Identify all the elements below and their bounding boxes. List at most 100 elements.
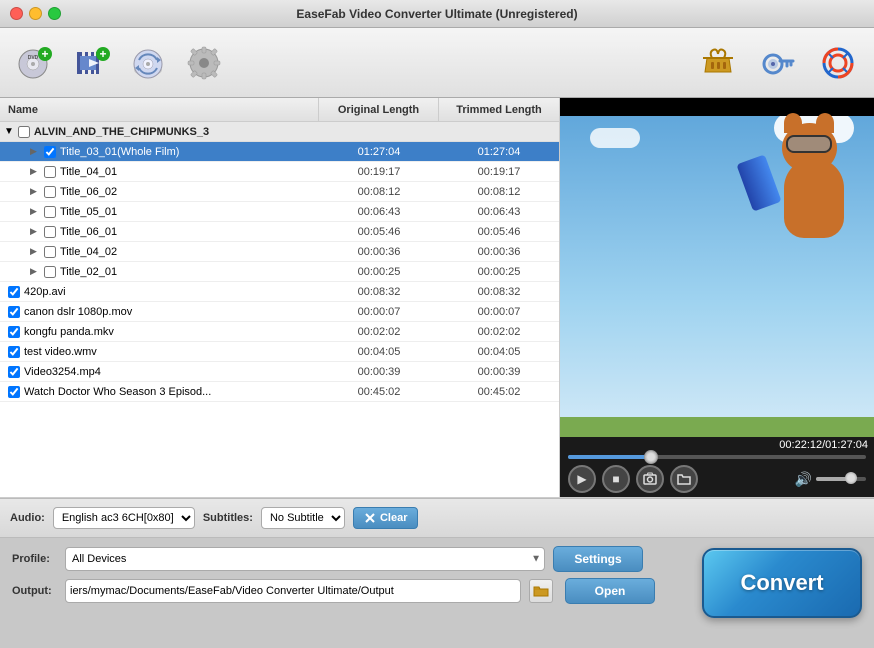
subtitle-select[interactable]: No Subtitle <box>261 507 345 529</box>
trimmed-time: 00:19:17 <box>439 166 559 178</box>
trimmed-time: 00:04:05 <box>439 346 559 358</box>
stop-button[interactable]: ■ <box>602 465 630 493</box>
help-button[interactable] <box>812 37 864 89</box>
row-checkbox-canon[interactable] <box>8 306 20 318</box>
table-row[interactable]: ▶ Title_05_01 00:06:43 00:06:43 <box>0 202 559 222</box>
progress-track[interactable] <box>568 455 866 459</box>
snapshot-button[interactable] <box>636 465 664 493</box>
add-video-button[interactable]: + <box>66 37 118 89</box>
row-checkbox-doctor[interactable] <box>8 386 20 398</box>
row-expand-icon[interactable]: ▶ <box>30 266 44 277</box>
original-time: 01:27:04 <box>319 146 439 158</box>
group-checkbox[interactable] <box>18 126 30 138</box>
open-button[interactable]: Open <box>565 578 655 604</box>
volume-thumb[interactable] <box>845 472 857 484</box>
volume-track[interactable] <box>816 477 866 481</box>
table-row[interactable]: kongfu panda.mkv 00:02:02 00:02:02 <box>0 322 559 342</box>
original-time: 00:00:07 <box>319 306 439 318</box>
svg-text:+: + <box>41 47 48 61</box>
row-expand-icon[interactable]: ▶ <box>30 246 44 257</box>
row-filename: canon dslr 1080p.mov <box>24 306 319 318</box>
close-button[interactable] <box>10 7 23 20</box>
progress-fill <box>568 455 651 459</box>
row-filename: Title_04_02 <box>60 246 319 258</box>
group-expand-icon[interactable]: ▼ <box>4 126 14 137</box>
table-row[interactable]: ▶ Title_02_01 00:00:25 00:00:25 <box>0 262 559 282</box>
original-time: 00:08:32 <box>319 286 439 298</box>
settings-gear-button[interactable] <box>178 37 230 89</box>
profile-select[interactable]: All Devices <box>65 547 545 571</box>
table-row[interactable]: ▶ Title_04_01 00:19:17 00:19:17 <box>0 162 559 182</box>
row-checkbox-title0602[interactable] <box>44 186 56 198</box>
file-list-body[interactable]: ▼ ALVIN_AND_THE_CHIPMUNKS_3 ▶ Title_03_0… <box>0 122 559 497</box>
row-expand-icon[interactable]: ▶ <box>30 206 44 217</box>
trimmed-time: 00:00:36 <box>439 246 559 258</box>
output-row: Output: Open <box>12 578 682 604</box>
toolbar-right <box>692 37 864 89</box>
output-path-input[interactable] <box>65 579 521 603</box>
table-row[interactable]: 420p.avi 00:08:32 00:08:32 <box>0 282 559 302</box>
row-expand-icon[interactable]: ▶ <box>30 166 44 177</box>
video-preview <box>560 98 874 437</box>
row-checkbox-title0401[interactable] <box>44 166 56 178</box>
original-time: 00:45:02 <box>319 386 439 398</box>
audio-select[interactable]: English ac3 6CH[0x80] <box>53 507 195 529</box>
row-filename: test video.wmv <box>24 346 319 358</box>
row-expand-icon[interactable]: ▶ <box>30 146 44 157</box>
row-expand-icon[interactable]: ▶ <box>30 186 44 197</box>
row-checkbox-test[interactable] <box>8 346 20 358</box>
table-row[interactable]: test video.wmv 00:04:05 00:04:05 <box>0 342 559 362</box>
row-checkbox-title0501[interactable] <box>44 206 56 218</box>
row-filename: Title_03_01(Whole Film) <box>60 146 319 158</box>
trimmed-time: 00:08:32 <box>439 286 559 298</box>
trimmed-time: 00:06:43 <box>439 206 559 218</box>
row-checkbox-title0601[interactable] <box>44 226 56 238</box>
row-checkbox-title0402[interactable] <box>44 246 56 258</box>
table-row[interactable]: canon dslr 1080p.mov 00:00:07 00:00:07 <box>0 302 559 322</box>
preview-progress-bar[interactable] <box>560 453 874 461</box>
preview-character <box>764 118 864 258</box>
table-row[interactable]: Watch Doctor Who Season 3 Episod... 00:4… <box>0 382 559 402</box>
settings-button[interactable]: Settings <box>553 546 643 572</box>
browse-folder-button[interactable] <box>529 579 553 603</box>
folder-button[interactable] <box>670 465 698 493</box>
original-time: 00:19:17 <box>319 166 439 178</box>
row-checkbox-420p[interactable] <box>8 286 20 298</box>
row-filename: kongfu panda.mkv <box>24 326 319 338</box>
row-checkbox-title0301[interactable] <box>44 146 56 158</box>
table-row[interactable]: ▶ Title_06_01 00:05:46 00:05:46 <box>0 222 559 242</box>
time-text: 00:22:12/01:27:04 <box>779 439 868 451</box>
file-list-panel: Name Original Length Trimmed Length ▼ AL… <box>0 98 560 497</box>
table-row[interactable]: ▶ Title_04_02 00:00:36 00:00:36 <box>0 242 559 262</box>
clear-button[interactable]: Clear <box>353 507 419 529</box>
progress-thumb[interactable] <box>644 450 658 464</box>
row-filename: Title_04_01 <box>60 166 319 178</box>
volume-controls: 🔊 <box>795 471 866 488</box>
minimize-button[interactable] <box>29 7 42 20</box>
row-checkbox-video3254[interactable] <box>8 366 20 378</box>
row-checkbox-title0201[interactable] <box>44 266 56 278</box>
col-name-header: Name <box>0 98 319 121</box>
maximize-button[interactable] <box>48 7 61 20</box>
traffic-lights[interactable] <box>10 7 61 20</box>
add-iso-button[interactable] <box>122 37 174 89</box>
group-row[interactable]: ▼ ALVIN_AND_THE_CHIPMUNKS_3 <box>0 122 559 142</box>
table-row[interactable]: ▶ Title_06_02 00:08:12 00:08:12 <box>0 182 559 202</box>
play-button[interactable]: ▶ <box>568 465 596 493</box>
window-title: EaseFab Video Converter Ultimate (Unregi… <box>296 7 577 21</box>
profile-select-wrap: All Devices ▼ <box>65 547 545 571</box>
row-filename: Title_02_01 <box>60 266 319 278</box>
add-dvd-button[interactable]: DVD + <box>10 37 62 89</box>
profile-label: Profile: <box>12 553 57 565</box>
basket-button[interactable] <box>692 37 744 89</box>
register-button[interactable] <box>752 37 804 89</box>
original-time: 00:00:36 <box>319 246 439 258</box>
table-row[interactable]: ▶ Title_03_01(Whole Film) 01:27:04 01:27… <box>0 142 559 162</box>
trimmed-time: 00:00:07 <box>439 306 559 318</box>
row-checkbox-kongfu[interactable] <box>8 326 20 338</box>
original-time: 00:05:46 <box>319 226 439 238</box>
profile-row: Profile: All Devices ▼ Settings <box>12 546 682 572</box>
clear-label: Clear <box>380 512 408 524</box>
row-expand-icon[interactable]: ▶ <box>30 226 44 237</box>
table-row[interactable]: Video3254.mp4 00:00:39 00:00:39 <box>0 362 559 382</box>
